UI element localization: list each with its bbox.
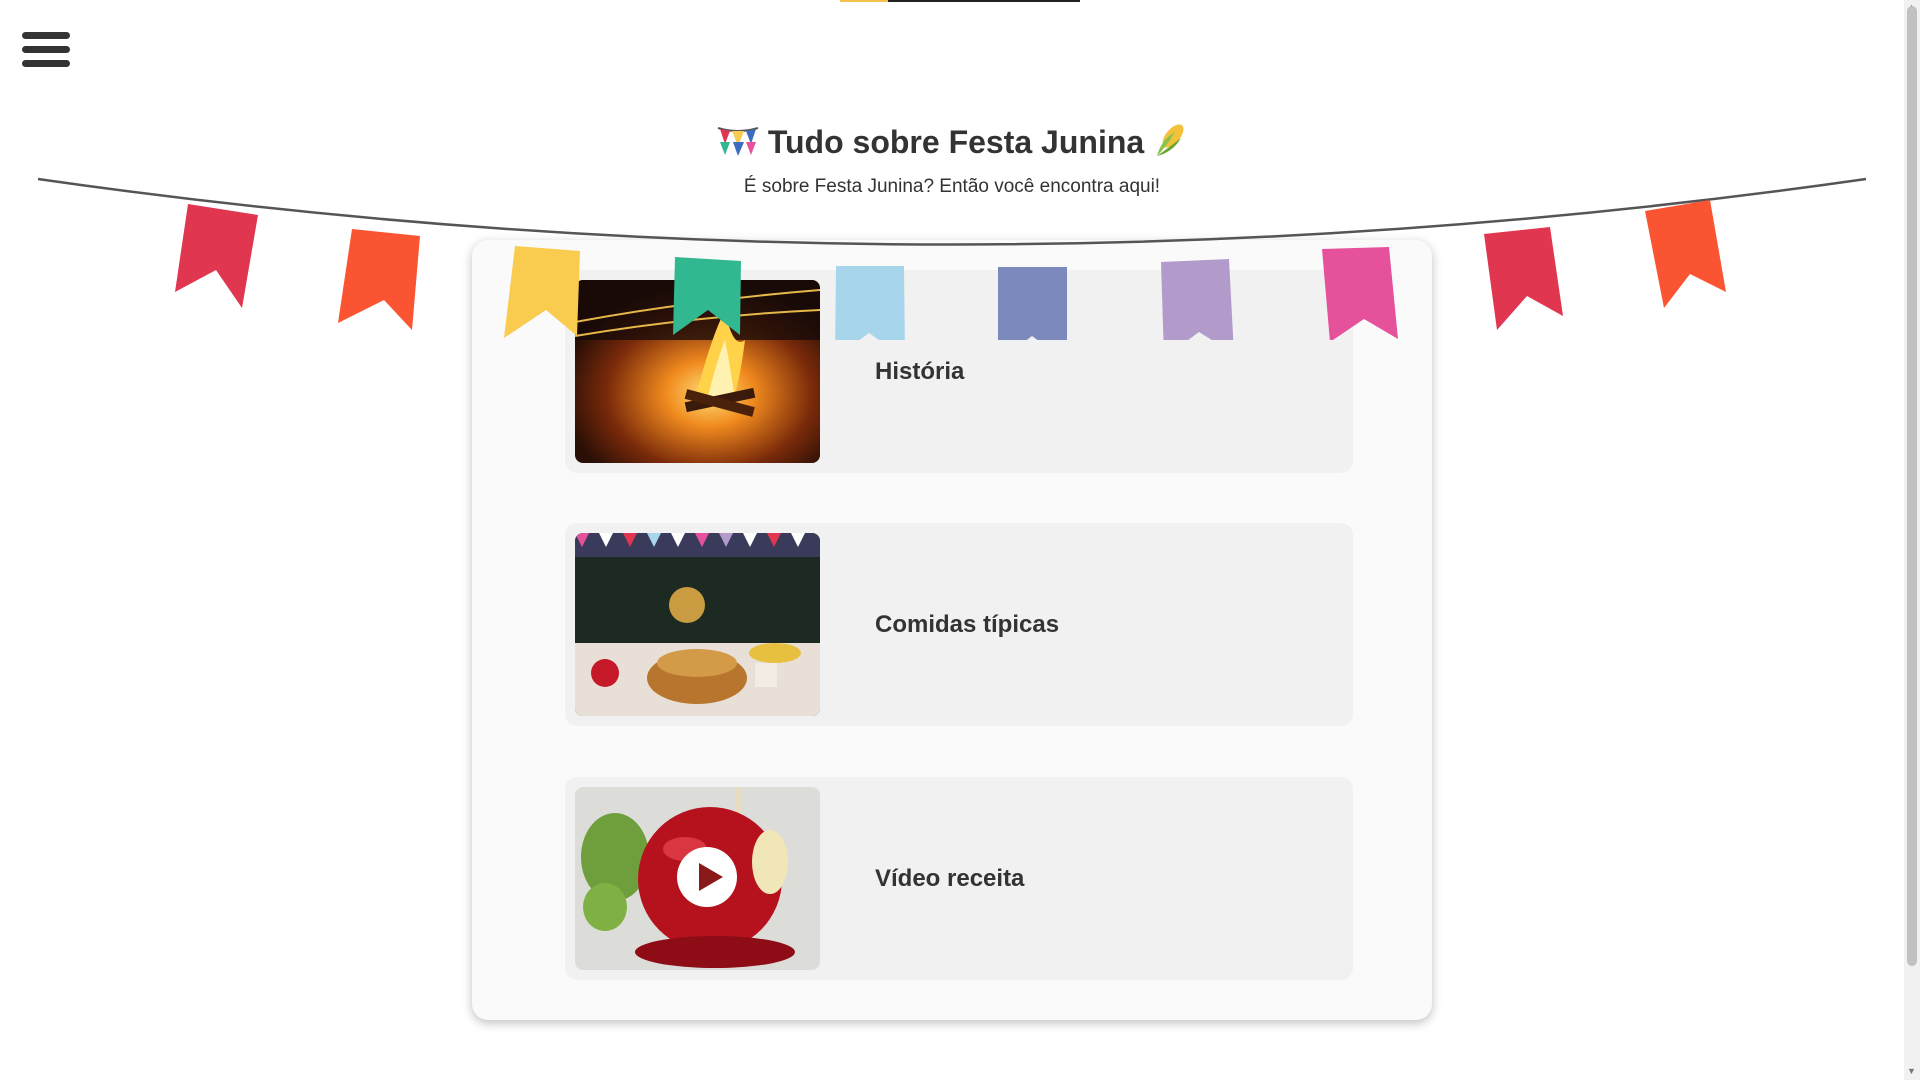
page-progress-bar <box>840 0 1080 2</box>
bunting-flag <box>338 229 420 330</box>
item-label: História <box>875 358 965 385</box>
bunting-flag <box>1645 200 1726 308</box>
hamburger-menu-icon[interactable] <box>22 32 70 74</box>
page-subtitle: É sobre Festa Junina? Então você encontr… <box>743 176 1161 197</box>
menu-line <box>22 32 70 39</box>
scroll-down-arrow-icon[interactable]: ▼ <box>1907 1066 1916 1076</box>
candy-apple-photo <box>575 787 820 970</box>
page-title-text: Tudo sobre Festa Junina <box>767 124 1145 160</box>
page-title: Tudo sobre Festa Junina <box>0 122 1904 166</box>
bunting-flag <box>175 204 258 308</box>
item-label: Vídeo receita <box>875 865 1025 892</box>
scrollbar-thumb[interactable] <box>1907 6 1917 966</box>
list-item-historia[interactable]: História <box>565 270 1353 473</box>
page-header: Tudo sobre Festa Junina É sobre Festa Ju… <box>0 122 1904 198</box>
page-progress-fill <box>840 0 888 2</box>
page-scrollbar[interactable]: ▲ ▼ <box>1904 0 1920 1080</box>
bunting-flags-icon <box>717 122 759 166</box>
corn-icon <box>1153 122 1187 166</box>
list-item-video-receita[interactable]: Vídeo receita <box>565 777 1353 980</box>
item-label: Comidas típicas <box>875 611 1060 638</box>
menu-line <box>22 46 70 53</box>
bonfire-photo <box>575 280 820 463</box>
content-card: História Comidas típicas Vídeo receita <box>472 240 1432 1020</box>
list-item-comidas-tipicas[interactable]: Comidas típicas <box>565 523 1353 726</box>
bunting-flag <box>1484 227 1563 330</box>
festa-food-table-photo <box>575 533 820 716</box>
play-icon[interactable] <box>677 847 737 907</box>
menu-line <box>22 60 70 67</box>
